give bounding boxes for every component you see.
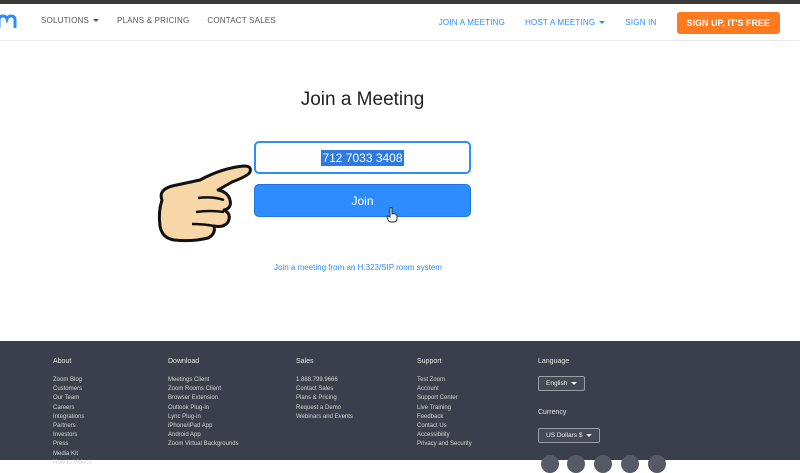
footer-link[interactable]: Partners: [53, 422, 92, 431]
sign-in-link[interactable]: SIGN IN: [625, 18, 656, 27]
footer-link[interactable]: Browser Extension: [168, 394, 239, 403]
join-a-meeting-link[interactable]: JOIN A MEETING: [439, 18, 505, 27]
nav-solutions[interactable]: SOLUTIONS: [41, 16, 100, 25]
social-icon[interactable]: [621, 455, 639, 473]
footer-heading: Support: [417, 358, 442, 365]
footer-link[interactable]: Contact Us: [417, 422, 472, 431]
footer-link[interactable]: Our Team: [53, 394, 92, 403]
footer-column-sales: Sales 1.888.799.9666 Contact Sales Plans…: [296, 358, 353, 422]
page-title: Join a Meeting: [300, 89, 425, 110]
nav-contact-sales[interactable]: CONTACT SALES: [207, 16, 276, 25]
chevron-down-icon: [599, 21, 606, 25]
top-navigation: SOLUTIONS PLANS & PRICING CONTACT SALES …: [0, 4, 800, 41]
footer-link[interactable]: Integrations: [53, 413, 92, 422]
footer-link[interactable]: Feedback: [417, 413, 472, 422]
footer-link[interactable]: Zoom Virtual Backgrounds: [168, 440, 239, 449]
footer-link[interactable]: Zoom Blog: [53, 376, 92, 385]
chevron-down-icon: [571, 382, 578, 385]
footer-link[interactable]: Contact Sales: [296, 385, 353, 394]
footer-link[interactable]: Customers: [53, 385, 92, 394]
footer-column-support: Support Test Zoom Account Support Center…: [417, 358, 472, 450]
footer-link[interactable]: Accessibility: [417, 431, 472, 440]
nav-account-links: JOIN A MEETING HOST A MEETING SIGN IN SI…: [439, 4, 800, 41]
join-button[interactable]: Join: [254, 184, 471, 217]
footer-link[interactable]: Meetings Client: [168, 376, 239, 385]
chevron-down-icon: [586, 434, 593, 437]
social-icon[interactable]: [567, 455, 585, 473]
footer-link[interactable]: Outlook Plug-in: [168, 404, 239, 413]
currency-select[interactable]: US Dollars $: [538, 428, 601, 443]
zoom-logo-icon[interactable]: [0, 12, 18, 32]
footer-heading: Download: [168, 358, 200, 365]
footer-column-download: Download Meetings Client Zoom Rooms Clie…: [168, 358, 239, 450]
footer-phone-number[interactable]: 1.888.799.9666: [296, 376, 353, 385]
footer-link[interactable]: Test Zoom: [417, 376, 472, 385]
footer-link[interactable]: Zoom Rooms Client: [168, 385, 239, 394]
chevron-down-icon: [93, 19, 100, 23]
footer-link[interactable]: Request a Demo: [296, 404, 353, 413]
host-a-meeting-link[interactable]: HOST A MEETING: [525, 18, 606, 27]
sip-room-system-link[interactable]: Join a meeting from an H.323/SIP room sy…: [274, 263, 442, 272]
footer-link[interactable]: Press: [53, 440, 92, 449]
footer-heading: About: [53, 358, 72, 365]
footer-link[interactable]: iPhone/iPad App: [168, 422, 239, 431]
nav-primary-links: SOLUTIONS PLANS & PRICING CONTACT SALES: [41, 16, 276, 25]
meeting-id-input[interactable]: 712 7033 3408: [254, 141, 471, 174]
meeting-id-selected-text: 712 7033 3408: [321, 149, 404, 166]
site-footer: About Zoom Blog Customers Our Team Caree…: [0, 341, 800, 466]
footer-heading: Sales: [296, 358, 314, 365]
footer-link[interactable]: Investors: [53, 431, 92, 440]
footer-link[interactable]: Webinars and Events: [296, 413, 353, 422]
pointing-hand-illustration-icon: [157, 164, 252, 243]
footer-link[interactable]: Plans & Pricing: [296, 394, 353, 403]
footer-heading: Language: [538, 358, 570, 365]
footer-column-about: About Zoom Blog Customers Our Team Caree…: [53, 358, 92, 468]
nav-plans-pricing[interactable]: PLANS & PRICING: [117, 16, 189, 25]
sign-up-button[interactable]: SIGN UP, IT'S FREE: [676, 11, 780, 34]
footer-link[interactable]: Account: [417, 385, 472, 394]
footer-link[interactable]: How to Videos: [53, 459, 92, 468]
footer-link[interactable]: Privacy and Security: [417, 440, 472, 449]
footer-link[interactable]: Careers: [53, 404, 92, 413]
social-icon[interactable]: [541, 455, 559, 473]
footer-link[interactable]: Media Kit: [53, 450, 92, 459]
social-icon[interactable]: [648, 455, 666, 473]
footer-link[interactable]: Lync Plug-in: [168, 413, 239, 422]
hand-cursor-icon: [386, 207, 398, 223]
footer-link[interactable]: Support Center: [417, 394, 472, 403]
language-select[interactable]: English: [538, 376, 586, 391]
footer-column-language: Language English Currency US Dollars $: [538, 358, 601, 443]
social-icon[interactable]: [594, 455, 612, 473]
footer-heading: Currency: [538, 409, 567, 416]
footer-link[interactable]: Android App: [168, 431, 239, 440]
footer-link[interactable]: Live Training: [417, 404, 472, 413]
